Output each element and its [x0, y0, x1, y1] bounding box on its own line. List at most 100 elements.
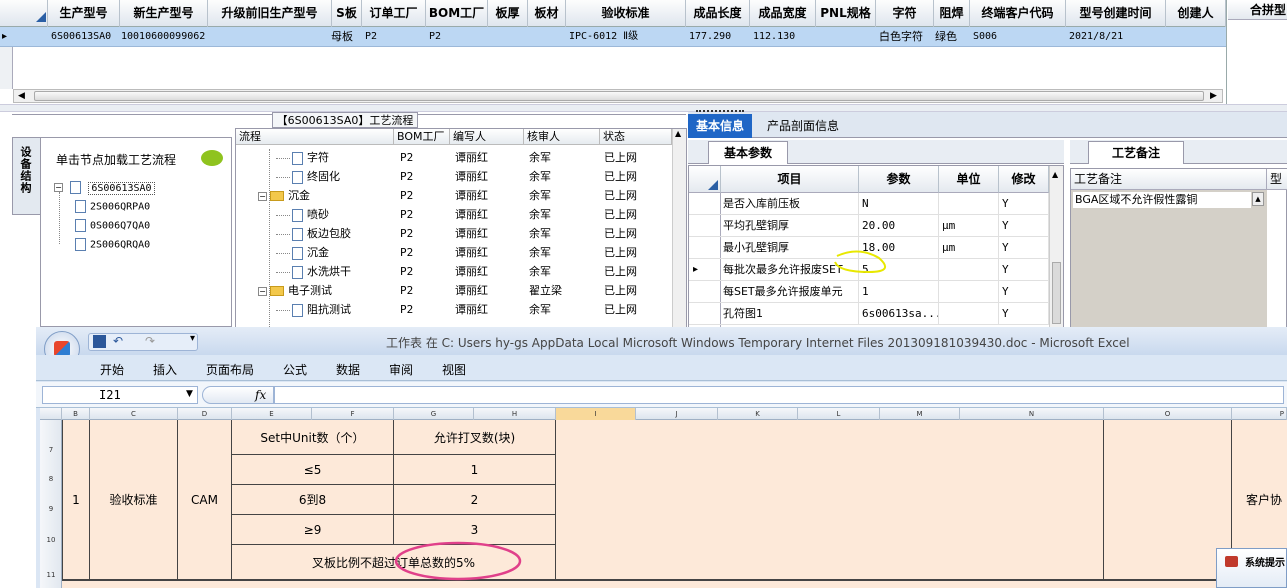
col-header[interactable]: 创建人 [1166, 0, 1226, 27]
col-header[interactable]: 升级前旧生产型号 [208, 0, 332, 27]
col-header[interactable]: F [312, 408, 394, 420]
col-header[interactable]: 单位 [939, 166, 999, 193]
grid-cell[interactable]: P2 [426, 27, 488, 47]
scroll-right-icon[interactable]: ▶ [1210, 91, 1217, 101]
flow-step[interactable]: − 沉金 [258, 186, 394, 205]
param-unit[interactable] [939, 303, 999, 325]
fx-icon[interactable]: fx [255, 388, 266, 402]
flow-step[interactable]: 字符 [276, 148, 394, 167]
vertical-scrollbar[interactable]: ▲ [1049, 166, 1063, 327]
tab-basic-params[interactable]: 基本参数 [708, 141, 788, 164]
grid-corner[interactable] [689, 166, 721, 193]
col-header[interactable]: 参数 [859, 166, 939, 193]
grid-cell[interactable]: P2 [362, 27, 426, 47]
formula-input[interactable] [274, 386, 1284, 404]
cell-unit-header[interactable]: Set中Unit数（个） [232, 420, 394, 455]
col-header[interactable]: 合拼型 [1228, 0, 1287, 20]
grid-cell[interactable] [816, 27, 876, 47]
param-unit[interactable] [939, 259, 999, 281]
list-item[interactable]: 沉金 P2 谭丽红 余军 已上网 [236, 243, 676, 262]
cell-allow[interactable]: 1 [394, 455, 556, 485]
tab-data[interactable]: 数据 [336, 361, 360, 378]
tab-home[interactable]: 开始 [100, 361, 124, 378]
list-item[interactable]: 水洗烘干 P2 谭丽红 余军 已上网 [236, 262, 676, 281]
grid-cell[interactable]: 母板 [328, 27, 362, 47]
param-value[interactable]: 20.00 [859, 215, 939, 237]
list-item[interactable]: 阻抗测试 P2 谭丽红 余军 已上网 [236, 300, 676, 319]
list-item[interactable]: − 电子测试 P2 谭丽红 翟立梁 已上网 [236, 281, 676, 300]
grid-cell[interactable]: 绿色 [932, 27, 970, 47]
col-header[interactable]: D [178, 408, 232, 420]
col-header[interactable]: 型号 [1267, 169, 1287, 190]
param-item[interactable]: 孔符图1 [721, 303, 859, 325]
grid-cell[interactable]: 白色字符 [876, 27, 934, 47]
table-row[interactable]: 每SET最多允许报废单元 1 Y [689, 281, 1049, 303]
cell-cam[interactable]: CAM [178, 420, 232, 580]
tab-review[interactable]: 审阅 [389, 361, 413, 378]
grid-cell[interactable]: 2021/8/21 [1066, 27, 1166, 47]
grid-cell[interactable]: S006 [970, 27, 1066, 47]
cell-range[interactable]: ≤5 [232, 455, 394, 485]
select-all-corner[interactable] [40, 408, 62, 420]
col-header[interactable]: O [1104, 408, 1232, 420]
scroll-left-icon[interactable]: ◀ [18, 91, 25, 101]
tab-product-profile[interactable]: 产品剖面信息 [758, 114, 848, 138]
param-unit[interactable] [939, 281, 999, 303]
grid-cell[interactable] [1166, 27, 1226, 47]
tab-page-layout[interactable]: 页面布局 [206, 361, 254, 378]
tab-basic-info[interactable]: 基本信息 [688, 114, 752, 138]
grid-cell[interactable]: 6S00613SA0 [48, 27, 120, 47]
flow-step[interactable]: 阻抗测试 [276, 300, 394, 319]
list-item[interactable]: 字符 P2 谭丽红 余军 已上网 [236, 148, 676, 167]
flow-step[interactable]: 终固化 [276, 167, 394, 186]
cell-number[interactable]: 1 [62, 420, 90, 580]
param-item[interactable]: 是否入库前压板 [721, 193, 859, 215]
col-header[interactable]: 流程 [236, 129, 394, 145]
col-header[interactable]: BOM工厂 [394, 129, 450, 145]
param-value[interactable]: 6s00613sa... [859, 303, 939, 325]
grid-cell[interactable] [488, 27, 528, 47]
col-header[interactable]: 工艺备注 [1071, 169, 1267, 190]
col-header[interactable]: C [90, 408, 178, 420]
col-header[interactable]: 生产型号 [48, 0, 120, 27]
param-edit[interactable]: Y [999, 193, 1049, 215]
col-header[interactable]: 修改 [999, 166, 1049, 193]
tree-node-child[interactable]: 0S006Q7QA0 [75, 219, 150, 232]
row-header[interactable]: 8 [40, 475, 62, 483]
col-header[interactable]: M [880, 408, 960, 420]
flow-step[interactable]: 喷砂 [276, 205, 394, 224]
param-value[interactable]: 1 [859, 281, 939, 303]
table-row[interactable]: 平均孔壁铜厚 20.00 μm Y [689, 215, 1049, 237]
col-header[interactable]: 字符 [876, 0, 934, 27]
param-item[interactable]: 平均孔壁铜厚 [721, 215, 859, 237]
col-header[interactable]: K [718, 408, 798, 420]
tab-equipment-structure[interactable]: 设备结构 [12, 137, 40, 215]
row-header[interactable]: 7 [40, 446, 62, 454]
col-header[interactable]: 验收标准 [566, 0, 686, 27]
cell-range[interactable]: ≥9 [232, 515, 394, 545]
param-unit[interactable]: μm [939, 237, 999, 259]
col-header[interactable]: J [636, 408, 718, 420]
system-popup[interactable]: 系统提示 [1216, 548, 1287, 588]
param-unit[interactable]: μm [939, 215, 999, 237]
horizontal-scrollbar[interactable]: ◀ ▶ [13, 89, 1223, 103]
col-header[interactable]: 核审人 [524, 129, 600, 145]
list-item[interactable]: 板边包胶 P2 谭丽红 余军 已上网 [236, 224, 676, 243]
col-header[interactable]: BOM工厂 [426, 0, 488, 27]
cell-merged[interactable] [556, 420, 1104, 580]
col-header[interactable]: G [394, 408, 474, 420]
col-header[interactable]: 终端客户代码 [970, 0, 1066, 27]
col-header[interactable]: S板 [332, 0, 362, 27]
scroll-up-icon[interactable]: ▲ [675, 129, 681, 138]
col-header[interactable]: 阻焊 [934, 0, 970, 27]
flow-step[interactable]: 水洗烘干 [276, 262, 394, 281]
collapse-icon[interactable]: − [54, 183, 63, 192]
grid-corner[interactable] [0, 0, 48, 27]
row-header[interactable]: 10 [40, 536, 62, 544]
tab-view[interactable]: 视图 [442, 361, 466, 378]
tab-process-notes[interactable]: 工艺备注 [1088, 141, 1184, 164]
dropdown-arrow-icon[interactable]: ▼ [186, 389, 193, 399]
tree-node-root[interactable]: − 6S00613SA0 [54, 181, 155, 195]
flow-step[interactable]: 沉金 [276, 243, 394, 262]
param-edit[interactable]: Y [999, 259, 1049, 281]
